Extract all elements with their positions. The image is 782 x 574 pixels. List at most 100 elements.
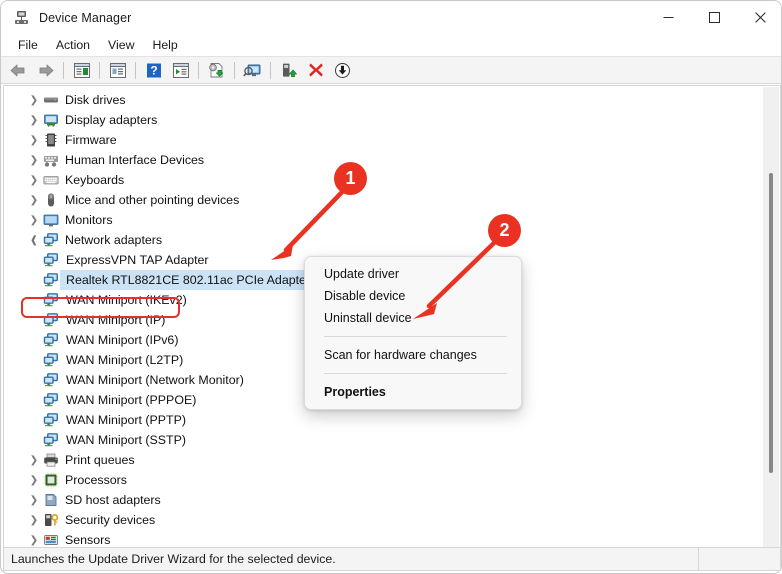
tree-item-mice-and-other-pointing-devices[interactable]: ❯ Mice and other pointing devices [4,190,780,210]
scrollbar-thumb[interactable] [769,173,773,473]
tree-item-label: ExpressVPN TAP Adapter [66,253,213,267]
chevron-right-icon[interactable]: ❯ [26,190,42,210]
tree-item-label: Realtek RTL8821CE 802.11ac PCIe Adapter [66,273,314,287]
chevron-right-icon[interactable]: ❯ [26,510,42,530]
mouse-icon [42,191,60,209]
chevron-right-icon[interactable]: ❯ [26,150,42,170]
firmware-icon [42,131,60,149]
tree-item-label: Network adapters [65,233,166,247]
update-driver-icon[interactable] [204,58,229,82]
network-adapter-icon [42,311,60,329]
chevron-right-icon[interactable]: ❯ [26,170,42,190]
annotation-badge-1: 1 [334,162,367,195]
context-menu-item-update-driver[interactable]: Update driver [305,263,521,285]
forward-arrow-icon[interactable] [33,58,58,82]
toolbar-separator-3 [135,62,136,79]
tree-item-keyboards[interactable]: ❯ Keyboards [4,170,780,190]
red-x-icon[interactable] [303,58,328,82]
scan-monitor-icon[interactable] [240,58,265,82]
tree-item-disk-drives[interactable]: ❯ Disk drives [4,90,780,110]
toolbar-separator-1 [63,62,64,79]
network-adapter-icon [42,251,60,269]
down-arrow-circle-icon[interactable] [330,58,355,82]
help-question-icon[interactable]: ? [141,58,166,82]
maximize-button[interactable] [691,1,737,34]
disk-drive-icon [42,91,60,109]
tree-item-sd-host-adapters[interactable]: ❯ SD host adapters [4,490,780,510]
device-manager-window: Device Manager File Action View Help [0,0,782,574]
tree-item-label: WAN Miniport (PPPOE) [66,393,200,407]
tree-item-firmware[interactable]: ❯ Firmware [4,130,780,150]
printer-icon [42,451,60,469]
menu-item-file[interactable]: File [9,36,47,54]
tree-item-label: WAN Miniport (IP) [66,313,169,327]
monitor-icon [42,211,60,229]
context-menu-separator-2 [324,373,507,374]
chevron-right-icon[interactable]: ❯ [26,210,42,230]
tree-item-print-queues[interactable]: ❯ Print queues [4,450,780,470]
tree-item-display-adapters[interactable]: ❯ Display adapters [4,110,780,130]
context-menu-item-disable-device[interactable]: Disable device [305,285,521,307]
hid-icon [42,151,60,169]
annotation-badge-2: 2 [488,214,521,247]
tree-item-label: WAN Miniport (IKEv2) [66,293,191,307]
tree-item-label: WAN Miniport (IPv6) [66,333,182,347]
network-adapter-icon [42,331,60,349]
tree-item-label: Print queues [65,453,139,467]
status-bar: Launches the Update Driver Wizard for th… [3,547,781,571]
sd-host-adapter-icon [42,491,60,509]
chevron-right-icon[interactable]: ❯ [26,490,42,510]
tree-item-label: Disk drives [65,93,130,107]
enable-device-icon[interactable] [276,58,301,82]
menu-item-action[interactable]: Action [47,36,99,54]
chevron-right-icon[interactable]: ❯ [26,450,42,470]
chevron-right-icon[interactable]: ❯ [26,110,42,130]
tree-item-label: Sensors [65,533,114,547]
security-device-icon [42,511,60,529]
tree-item-wan-miniport-sstp[interactable]: WAN Miniport (SSTP) [4,430,780,450]
menu-item-view[interactable]: View [99,36,143,54]
toolbar-separator-2 [99,62,100,79]
device-manager-icon [13,9,30,26]
status-bar-text: Launches the Update Driver Wizard for th… [4,552,336,566]
network-adapter-icon [42,411,60,429]
back-arrow-icon[interactable] [6,58,31,82]
context-menu[interactable]: Update driver Disable device Uninstall d… [304,256,522,410]
context-menu-item-properties[interactable]: Properties [305,381,521,403]
tree-item-label: Firmware [65,133,121,147]
processor-icon [42,471,60,489]
chevron-down-icon[interactable]: ❰ [26,230,42,250]
toolbar-separator-5 [234,62,235,79]
menu-item-help[interactable]: Help [143,36,186,54]
tree-item-label: Monitors [65,213,117,227]
chevron-right-icon[interactable]: ❯ [26,90,42,110]
tree-item-processors[interactable]: ❯ Processors [4,470,780,490]
status-bar-cell [698,548,780,570]
tree-item-label: Keyboards [65,173,128,187]
minimize-button[interactable] [645,1,691,34]
title-bar: Device Manager [1,1,782,34]
tree-item-wan-miniport-pptp[interactable]: WAN Miniport (PPTP) [4,410,780,430]
network-adapter-icon [42,271,60,289]
close-button[interactable] [737,1,782,34]
context-menu-item-scan-for-hardware-changes[interactable]: Scan for hardware changes [305,344,521,366]
network-adapter-icon [42,291,60,309]
network-adapter-icon [42,431,60,449]
properties-window-icon[interactable] [105,58,130,82]
tree-item-network-adapters[interactable]: ❰ Network adapters [4,230,780,250]
keyboard-icon [42,171,60,189]
tree-item-monitors[interactable]: ❯ Monitors [4,210,780,230]
network-adapter-icon [42,351,60,369]
chevron-right-icon[interactable]: ❯ [26,470,42,490]
tree-item-label: SD host adapters [65,493,165,507]
context-menu-separator-1 [324,336,507,337]
vertical-scrollbar[interactable] [763,87,779,549]
console-tree-icon[interactable] [69,58,94,82]
context-menu-item-uninstall-device[interactable]: Uninstall device [305,307,521,329]
chevron-right-icon[interactable]: ❯ [26,130,42,150]
window-controls [645,1,782,34]
tree-item-label: Human Interface Devices [65,153,208,167]
action-pane-icon[interactable] [168,58,193,82]
tree-item-security-devices[interactable]: ❯ Security devices [4,510,780,530]
tree-item-human-interface-devices[interactable]: ❯ Human Interface Devices [4,150,780,170]
